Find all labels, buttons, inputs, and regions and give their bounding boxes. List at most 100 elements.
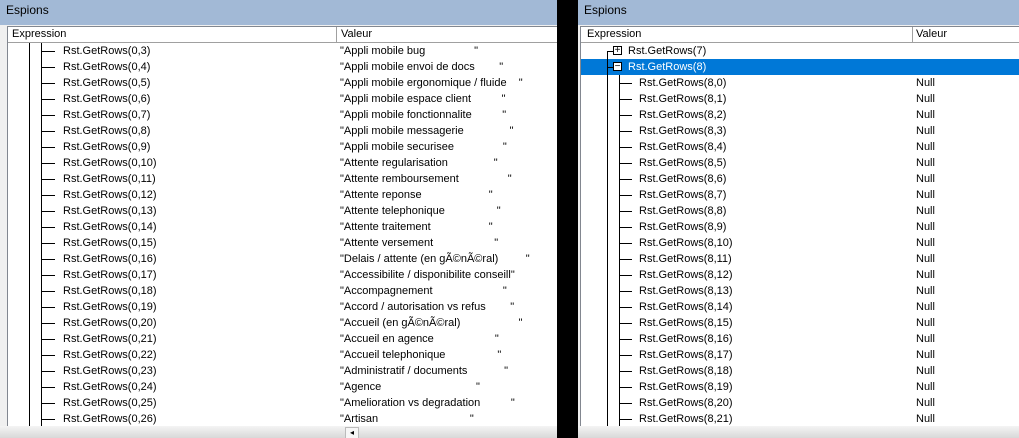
- watch-row[interactable]: Rst.GetRows(0,21) "Accueil en agence ": [8, 331, 557, 347]
- column-header-value[interactable]: Valeur: [916, 28, 947, 40]
- expression: Rst.GetRows(0,12): [63, 189, 157, 201]
- watch-row[interactable]: Rst.GetRows(0,12) "Attente reponse ": [8, 187, 557, 203]
- watch-row[interactable]: Rst.GetRows(8,5) Null: [581, 155, 1019, 171]
- watch-row[interactable]: Rst.GetRows(8,7) Null: [581, 187, 1019, 203]
- tree-line: [29, 43, 30, 59]
- expression: Rst.GetRows(8,11): [639, 253, 732, 265]
- column-header-expression[interactable]: Expression: [12, 28, 66, 40]
- watch-row[interactable]: Rst.GetRows(0,6) "Appli mobile espace cli…: [8, 91, 557, 107]
- watch-row[interactable]: Rst.GetRows(0,4) "Appli mobile envoi de d…: [8, 59, 557, 75]
- tree-branch: [42, 275, 55, 276]
- watch-row[interactable]: Rst.GetRows(0,20) "Accueil (en gÃ©nÃ©ral)…: [8, 315, 557, 331]
- expression: Rst.GetRows(0,5): [63, 77, 151, 89]
- tree-branch: [619, 163, 632, 164]
- watch-row[interactable]: Rst.GetRows(0,3) "Appli mobile bug ": [8, 43, 557, 59]
- watch-list[interactable]: Expression Valeur Rst.GetRows(0,3) "Appli…: [7, 26, 557, 426]
- plus-box-icon[interactable]: +: [613, 46, 622, 56]
- watch-row[interactable]: Rst.GetRows(0,13) "Attente telephonique ": [8, 203, 557, 219]
- value: Null: [916, 333, 935, 345]
- watch-row[interactable]: Rst.GetRows(0,10) "Attente regularisation…: [8, 155, 557, 171]
- column-divider[interactable]: [912, 27, 913, 42]
- watch-row[interactable]: Rst.GetRows(8,18) Null: [581, 363, 1019, 379]
- tree-branch: [619, 419, 632, 420]
- column-header-expression[interactable]: Expression: [587, 28, 641, 40]
- watch-row[interactable]: Rst.GetRows(8,0) Null: [581, 75, 1019, 91]
- tree-line: [607, 363, 608, 379]
- tree-branch: [42, 163, 55, 164]
- list-header: Expression Valeur: [581, 27, 1019, 43]
- arrow-left-icon[interactable]: ◂: [345, 427, 359, 438]
- column-header-value[interactable]: Valeur: [341, 28, 372, 40]
- expression: Rst.GetRows(8,17): [639, 349, 733, 361]
- tree-branch: [42, 323, 55, 324]
- tree-line: [607, 395, 608, 411]
- expression: Rst.GetRows(0,16): [63, 253, 157, 265]
- tree-node-expanded-selected[interactable]: − Rst.GetRows(8): [581, 59, 1019, 75]
- value: "Accord / autorisation vs refus ": [340, 301, 515, 313]
- tree-branch: [42, 115, 55, 116]
- watch-row[interactable]: Rst.GetRows(8,15) Null: [581, 315, 1019, 331]
- watch-row[interactable]: Rst.GetRows(0,8) "Appli mobile messagerie…: [8, 123, 557, 139]
- watch-row[interactable]: Rst.GetRows(8,8) Null: [581, 203, 1019, 219]
- minus-box-icon[interactable]: −: [613, 62, 622, 72]
- watch-row[interactable]: Rst.GetRows(0,17) "Accessibilite / dispon…: [8, 267, 557, 283]
- watch-row[interactable]: Rst.GetRows(8,12) Null: [581, 267, 1019, 283]
- watch-row[interactable]: Rst.GetRows(0,18) "Accompagnement ": [8, 283, 557, 299]
- watch-row[interactable]: Rst.GetRows(0,26) "Artisan ": [8, 411, 557, 426]
- expression: Rst.GetRows(0,9): [63, 141, 151, 153]
- watch-row[interactable]: Rst.GetRows(0,14) "Attente traitement ": [8, 219, 557, 235]
- watch-row[interactable]: Rst.GetRows(8,19) Null: [581, 379, 1019, 395]
- tree-branch: [42, 67, 55, 68]
- value: "Appli mobile securisee ": [340, 141, 507, 153]
- watch-row[interactable]: Rst.GetRows(8,2) Null: [581, 107, 1019, 123]
- value: Null: [916, 381, 935, 393]
- tree-line: [607, 379, 608, 395]
- value: Null: [916, 237, 935, 249]
- value: Null: [916, 413, 935, 425]
- list-header: Expression Valeur: [8, 27, 557, 43]
- horizontal-scrollbar[interactable]: ◂: [0, 426, 557, 438]
- watch-row[interactable]: Rst.GetRows(8,6) Null: [581, 171, 1019, 187]
- watch-row[interactable]: Rst.GetRows(8,20) Null: [581, 395, 1019, 411]
- value: "Appli mobile fonctionnalite ": [340, 109, 507, 121]
- watch-row[interactable]: Rst.GetRows(0,9) "Appli mobile securisee …: [8, 139, 557, 155]
- watch-row[interactable]: Rst.GetRows(8,10) Null: [581, 235, 1019, 251]
- watch-row[interactable]: Rst.GetRows(0,15) "Attente versement ": [8, 235, 557, 251]
- tree-line: [607, 331, 608, 347]
- watch-row[interactable]: Rst.GetRows(0,5) "Appli mobile ergonomiqu…: [8, 75, 557, 91]
- watch-row[interactable]: Rst.GetRows(8,3) Null: [581, 123, 1019, 139]
- tree-branch: [619, 243, 632, 244]
- watch-row[interactable]: Rst.GetRows(8,13) Null: [581, 283, 1019, 299]
- watch-row[interactable]: Rst.GetRows(8,11) Null: [581, 251, 1019, 267]
- tree-node-collapsed[interactable]: + Rst.GetRows(7): [581, 43, 1019, 59]
- watch-row[interactable]: Rst.GetRows(0,7) "Appli mobile fonctionna…: [8, 107, 557, 123]
- watch-row[interactable]: Rst.GetRows(8,16) Null: [581, 331, 1019, 347]
- tree-branch: [42, 307, 55, 308]
- watch-list[interactable]: Expression Valeur + Rst.GetRows(7) − Rst…: [580, 26, 1019, 426]
- watch-row[interactable]: Rst.GetRows(0,16) "Delais / attente (en g…: [8, 251, 557, 267]
- value: "Artisan ": [340, 413, 474, 425]
- value: Null: [916, 173, 935, 185]
- watch-row[interactable]: Rst.GetRows(0,19) "Accord / autorisation …: [8, 299, 557, 315]
- watch-row[interactable]: Rst.GetRows(8,21) Null: [581, 411, 1019, 426]
- watch-row[interactable]: Rst.GetRows(8,14) Null: [581, 299, 1019, 315]
- tree-line: [29, 91, 30, 107]
- value: "Appli mobile messagerie ": [340, 125, 514, 137]
- value: "Appli mobile ergonomique / fluide ": [340, 77, 523, 89]
- watch-row[interactable]: Rst.GetRows(0,25) "Amelioration vs degrad…: [8, 395, 557, 411]
- watch-row[interactable]: Rst.GetRows(0,24) "Agence ": [8, 379, 557, 395]
- tree-line: [607, 171, 608, 187]
- watch-row[interactable]: Rst.GetRows(0,11) "Attente remboursement …: [8, 171, 557, 187]
- column-divider[interactable]: [336, 27, 337, 42]
- value: Null: [916, 301, 935, 313]
- watch-row[interactable]: Rst.GetRows(0,22) "Accueil telephonique ": [8, 347, 557, 363]
- watch-row[interactable]: Rst.GetRows(0,23) "Administratif / docume…: [8, 363, 557, 379]
- tree-branch: [42, 371, 55, 372]
- tree-line: [29, 267, 30, 283]
- tree-branch: [42, 147, 55, 148]
- tree-branch: [619, 115, 632, 116]
- watch-row[interactable]: Rst.GetRows(8,17) Null: [581, 347, 1019, 363]
- watch-row[interactable]: Rst.GetRows(8,4) Null: [581, 139, 1019, 155]
- watch-row[interactable]: Rst.GetRows(8,1) Null: [581, 91, 1019, 107]
- watch-row[interactable]: Rst.GetRows(8,9) Null: [581, 219, 1019, 235]
